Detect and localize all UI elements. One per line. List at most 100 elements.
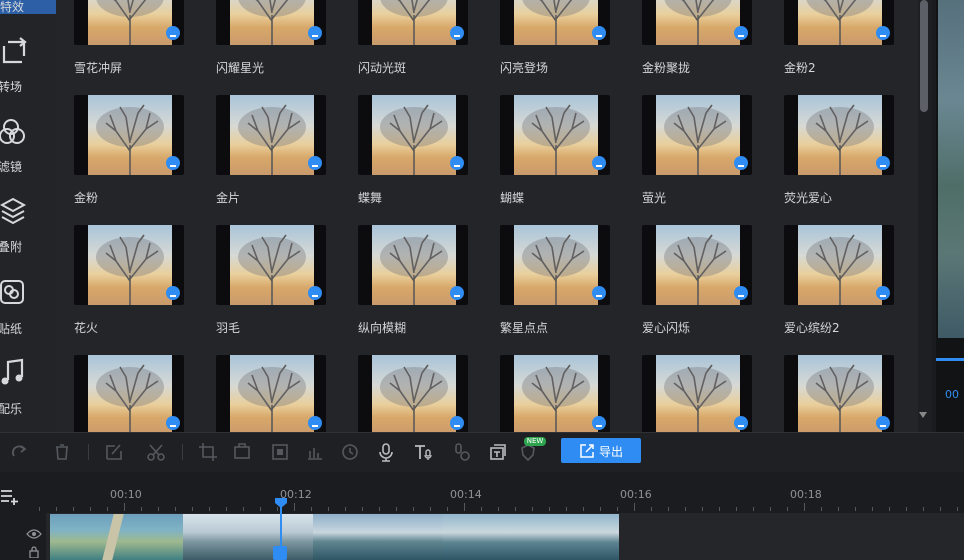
download-icon[interactable] <box>734 286 748 300</box>
effect-label: 金粉聚拢 <box>642 61 691 75</box>
download-icon[interactable] <box>308 26 322 40</box>
download-icon[interactable] <box>734 156 748 170</box>
export-button[interactable]: 导出 <box>561 438 641 463</box>
effect-card[interactable] <box>358 355 468 432</box>
cut-icon[interactable] <box>146 442 166 462</box>
download-icon[interactable] <box>592 286 606 300</box>
effect-card[interactable] <box>216 0 326 45</box>
effect-card[interactable] <box>74 0 184 45</box>
effect-card[interactable] <box>500 95 610 175</box>
text-to-speech-icon[interactable] <box>413 442 433 462</box>
timeline-minor-tick <box>90 507 91 511</box>
effect-card[interactable] <box>642 225 752 305</box>
effect-card[interactable] <box>74 225 184 305</box>
sidebar-item-music[interactable]: 配乐 <box>0 352 56 432</box>
timeline-minor-tick <box>957 507 958 511</box>
timeline-minor-tick <box>107 507 108 511</box>
subtitle-icon[interactable] <box>487 442 507 462</box>
duration-clock-icon[interactable] <box>340 442 360 462</box>
effect-card[interactable] <box>358 0 468 45</box>
effect-card[interactable] <box>500 225 610 305</box>
delete-icon[interactable] <box>52 442 72 462</box>
timeline-clip[interactable] <box>183 514 313 560</box>
download-icon[interactable] <box>308 416 322 430</box>
download-icon[interactable] <box>734 416 748 430</box>
effect-card[interactable] <box>216 95 326 175</box>
download-icon[interactable] <box>592 416 606 430</box>
sidebar-item-sticker[interactable]: 贴纸 <box>0 272 56 352</box>
frame-icon[interactable] <box>232 442 252 462</box>
download-icon[interactable] <box>450 286 464 300</box>
effect-card[interactable] <box>74 95 184 175</box>
visibility-eye-icon[interactable] <box>26 528 42 540</box>
download-icon[interactable] <box>876 26 890 40</box>
effect-card[interactable] <box>784 225 894 305</box>
timeline-clip[interactable] <box>313 514 443 560</box>
download-icon[interactable] <box>450 156 464 170</box>
effect-card[interactable] <box>642 355 752 432</box>
effect-card[interactable] <box>216 355 326 432</box>
timeline-minor-tick <box>549 507 550 511</box>
redo-icon[interactable] <box>10 442 30 462</box>
effect-thumbnail <box>74 225 184 305</box>
edit-icon[interactable] <box>104 442 124 462</box>
download-icon[interactable] <box>166 416 180 430</box>
sidebar-item-label: 特效 <box>0 0 25 14</box>
timeline-minor-tick <box>192 507 193 511</box>
audio-levels-icon[interactable] <box>305 442 325 462</box>
download-icon[interactable] <box>450 416 464 430</box>
download-icon[interactable] <box>166 286 180 300</box>
effect-thumbnail <box>784 355 894 432</box>
effect-card[interactable] <box>784 0 894 45</box>
add-track-icon[interactable] <box>0 488 20 506</box>
voice-change-icon[interactable] <box>451 442 471 462</box>
effect-label: 羽毛 <box>216 321 241 335</box>
effect-card[interactable] <box>642 95 752 175</box>
download-icon[interactable] <box>734 26 748 40</box>
download-icon[interactable] <box>308 286 322 300</box>
download-icon[interactable] <box>592 26 606 40</box>
effect-card[interactable] <box>74 355 184 432</box>
timeline-minor-tick <box>855 507 856 511</box>
mosaic-icon[interactable] <box>270 442 290 462</box>
tree-thumbnail-icon <box>238 0 306 45</box>
effect-card[interactable] <box>358 95 468 175</box>
download-icon[interactable] <box>876 156 890 170</box>
timeline-clip[interactable] <box>50 514 183 560</box>
timeline-minor-tick <box>481 507 482 511</box>
effect-thumbnail <box>642 355 752 432</box>
sidebar-item-filter[interactable]: 滤镜 <box>0 112 56 192</box>
timeline-minor-tick <box>141 507 142 511</box>
download-icon[interactable] <box>876 416 890 430</box>
download-icon[interactable] <box>166 26 180 40</box>
download-icon[interactable] <box>166 156 180 170</box>
split-marker-icon[interactable] <box>273 546 287 560</box>
microphone-icon[interactable] <box>376 442 396 462</box>
lock-icon[interactable] <box>28 546 40 558</box>
effect-card[interactable] <box>642 0 752 45</box>
effect-card[interactable] <box>500 355 610 432</box>
effect-label: 繁星点点 <box>500 321 549 335</box>
sidebar-item-transition[interactable]: 转场 <box>0 30 56 110</box>
crop-icon[interactable] <box>198 442 218 462</box>
effect-card[interactable] <box>784 95 894 175</box>
timeline-tick-label: 00:18 <box>790 488 822 501</box>
download-icon[interactable] <box>592 156 606 170</box>
preview-progress-bar[interactable] <box>936 358 964 361</box>
timeline-minor-tick <box>838 507 839 511</box>
download-icon[interactable] <box>876 286 890 300</box>
effect-card[interactable] <box>216 225 326 305</box>
effect-card[interactable] <box>500 0 610 45</box>
timeline-minor-tick <box>447 507 448 511</box>
timeline-minor-tick <box>498 507 499 511</box>
sidebar-item-overlay[interactable]: 叠附 <box>0 192 56 272</box>
effect-card[interactable] <box>358 225 468 305</box>
scrollbar-thumb[interactable] <box>920 0 928 112</box>
sidebar-item-effects[interactable]: 特效 <box>0 0 56 14</box>
download-icon[interactable] <box>450 26 464 40</box>
preview-image <box>938 0 964 338</box>
download-icon[interactable] <box>308 156 322 170</box>
scroll-down-arrow-icon[interactable] <box>919 412 927 418</box>
timeline-clip[interactable] <box>443 514 619 560</box>
effect-card[interactable] <box>784 355 894 432</box>
